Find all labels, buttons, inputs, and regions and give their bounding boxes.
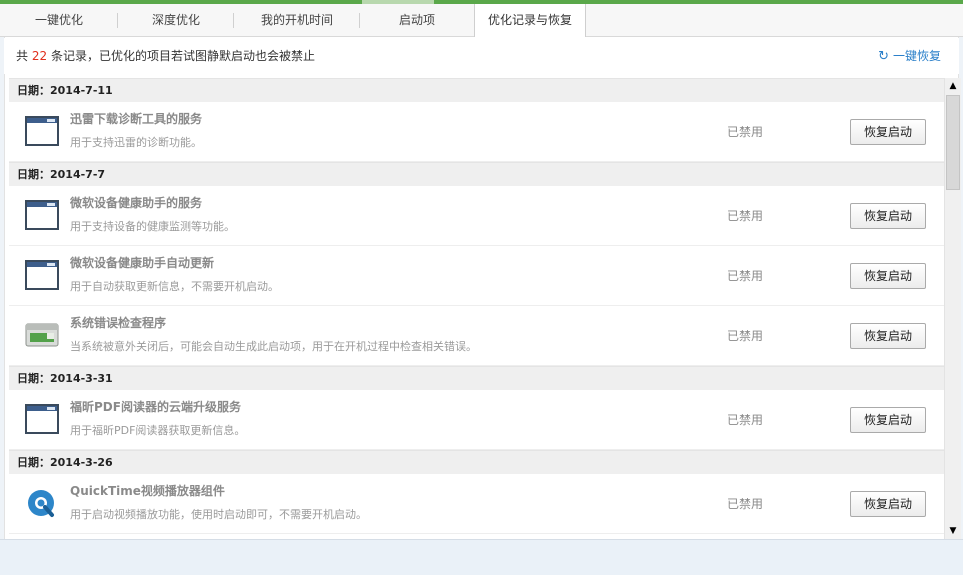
item-description: 用于福昕PDF阅读器获取更新信息。	[70, 424, 246, 437]
window-icon	[25, 200, 59, 230]
records-summary: 共 22 条记录，已优化的项目若试图静默启动也会被禁止 ↻ 一键恢复	[4, 38, 959, 74]
list-item: 微软设备健康助手的服务 用于支持设备的健康监测等功能。 已禁用 恢复启动	[9, 186, 944, 246]
window-icon	[25, 404, 59, 434]
item-title: 迅雷下载诊断工具的服务	[70, 112, 203, 126]
list-item: 迅雷下载诊断工具的服务 用于支持迅雷的诊断功能。 已禁用 恢复启动	[9, 102, 944, 162]
item-title: 微软设备健康助手自动更新	[70, 256, 215, 270]
restore-startup-button[interactable]: 恢复启动	[850, 203, 926, 229]
tab-label: 启动项	[398, 13, 435, 27]
system-check-icon	[25, 320, 59, 350]
list-item: 福昕PDF阅读器的云端升级服务 用于福昕PDF阅读器获取更新信息。 已禁用 恢复…	[9, 390, 944, 450]
tab-optimize-history[interactable]: 优化记录与恢复	[474, 4, 586, 38]
tab-boot-time[interactable]: 我的开机时间	[234, 4, 360, 37]
item-description: 用于支持迅雷的诊断功能。	[70, 136, 202, 149]
history-list: 日期：2014-7-11 迅雷下载诊断工具的服务 用于支持迅雷的诊断功能。 已禁…	[9, 78, 944, 539]
quicktime-icon	[25, 488, 59, 518]
item-title: QuickTime视频播放器组件	[70, 484, 225, 498]
summary-prefix: 共	[16, 49, 29, 63]
scroll-thumb[interactable]	[946, 95, 960, 190]
scroll-up-icon[interactable]: ▲	[945, 78, 961, 94]
restore-all-label: 一键恢复	[892, 49, 941, 63]
item-title: 系统错误检查程序	[70, 316, 167, 330]
tab-label: 优化记录与恢复	[487, 13, 572, 27]
date-header: 日期：2014-3-26	[9, 450, 944, 474]
summary-text: 条记录，已优化的项目若试图静默启动也会被禁止	[50, 49, 315, 63]
window-icon	[25, 260, 59, 290]
item-status: 已禁用	[727, 413, 764, 427]
restore-startup-button[interactable]: 恢复启动	[850, 407, 926, 433]
item-description: 用于支持设备的健康监测等功能。	[70, 220, 235, 233]
date-header: 日期：2014-3-31	[9, 366, 944, 390]
tab-label: 深度优化	[151, 13, 200, 27]
date-header: 日期：2014-7-11	[9, 78, 944, 102]
item-title: 微软设备健康助手的服务	[70, 196, 203, 210]
list-item: QuickTime视频播放器组件 用于启动视频播放功能，使用时启动即可，不需要开…	[9, 474, 944, 534]
item-description: 用于启动视频播放功能，使用时启动即可，不需要开机启动。	[70, 508, 367, 521]
vertical-scrollbar[interactable]: ▲ ▼	[944, 78, 961, 539]
item-status: 已禁用	[727, 269, 764, 283]
record-count: 22	[31, 49, 48, 63]
tab-one-click-optimize[interactable]: 一键优化	[0, 4, 118, 37]
item-description: 当系统被意外关闭后，可能会自动生成此启动项，用于在开机过程中检查相关错误。	[70, 340, 477, 353]
restore-startup-button[interactable]: 恢复启动	[850, 491, 926, 517]
restore-startup-button[interactable]: 恢复启动	[850, 323, 926, 349]
restore-all-link[interactable]: ↻ 一键恢复	[878, 38, 941, 75]
scroll-down-icon[interactable]: ▼	[945, 523, 961, 539]
item-status: 已禁用	[727, 209, 764, 223]
app-window: 一键优化 深度优化 我的开机时间 启动项 优化记录与恢复 共 22 条记录，已优…	[0, 0, 963, 575]
restore-startup-button[interactable]: 恢复启动	[850, 263, 926, 289]
tab-label: 一键优化	[34, 13, 83, 27]
item-description: 用于自动获取更新信息，不需要开机启动。	[70, 280, 279, 293]
tab-bar: 一键优化 深度优化 我的开机时间 启动项 优化记录与恢复	[0, 4, 963, 38]
date-header: 日期：2014-7-7	[9, 162, 944, 186]
item-status: 已禁用	[727, 497, 764, 511]
item-status: 已禁用	[727, 329, 764, 343]
window-icon	[25, 116, 59, 146]
list-item: 系统错误检查程序 当系统被意外关闭后，可能会自动生成此启动项，用于在开机过程中检…	[9, 306, 944, 366]
tab-deep-optimize[interactable]: 深度优化	[118, 4, 234, 37]
restore-icon: ↻	[878, 49, 889, 64]
restore-startup-button[interactable]: 恢复启动	[850, 119, 926, 145]
footer-bar	[0, 539, 963, 575]
item-status: 已禁用	[727, 125, 764, 139]
tab-label: 我的开机时间	[260, 13, 333, 27]
item-title: 福昕PDF阅读器的云端升级服务	[70, 400, 241, 414]
list-item: 微软设备健康助手自动更新 用于自动获取更新信息，不需要开机启动。 已禁用 恢复启…	[9, 246, 944, 306]
tab-startup-items[interactable]: 启动项	[360, 4, 474, 37]
